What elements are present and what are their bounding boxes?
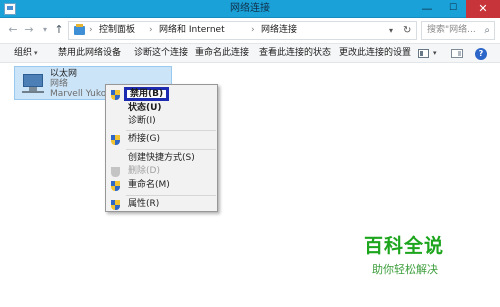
breadcrumb-separator[interactable]: › [251,22,255,39]
control-panel-icon [74,24,85,35]
menu-separator [126,195,216,196]
shield-icon [111,90,120,100]
breadcrumb-separator[interactable]: › [149,22,153,39]
menu-separator [126,130,216,131]
diagnose-connection-button[interactable]: 诊断这个连接 [134,44,188,62]
preview-pane-icon[interactable] [451,49,463,58]
organize-button[interactable]: 组织 ▾ [14,44,38,62]
breadcrumb-separator: › [89,25,93,35]
address-dropdown-icon[interactable]: ▾ [389,22,393,39]
menu-item-label: 诊断(I) [128,116,156,126]
menu-item-diagnose[interactable]: 诊断(I) [106,115,219,128]
menu-item-delete: 删除(D) [106,165,219,178]
watermark-title: 百科全说 [364,235,445,257]
change-settings-button[interactable]: 更改此连接的设置 [339,44,411,62]
search-placeholder: 搜索"网络... [427,25,476,35]
refresh-icon[interactable]: ↻ [403,22,411,39]
menu-item-label: 桥接(G) [128,134,160,144]
address-toolbar: ← → ▾ ↑ › 控制面板 › 网络和 Internet › 网络连接 ▾ ↻… [0,18,500,43]
recent-locations-button[interactable]: ▾ [38,23,52,37]
menu-item-label: 创建快捷方式(S) [128,153,195,163]
disable-device-button[interactable]: 禁用此网络设备 [58,44,121,62]
help-icon[interactable]: ? [475,48,487,60]
menu-item-label: 属性(R) [128,199,160,209]
breadcrumb-network-connections[interactable]: 网络连接 [261,22,297,39]
menu-item-status[interactable]: 状态(U) [106,102,219,115]
menu-item-rename[interactable]: 重命名(M) [106,179,219,192]
menu-item-label: 删除(D) [128,166,160,176]
minimize-button[interactable]: — [414,0,440,18]
view-status-button[interactable]: 查看此连接的状态 [259,44,331,62]
search-icon[interactable]: ⌕ [484,22,490,39]
address-field[interactable]: › 控制面板 › 网络和 Internet › 网络连接 ▾ ↻ [68,21,417,40]
menu-item-label: 重命名(M) [128,180,170,190]
change-view-icon[interactable] [418,49,429,58]
organize-label: 组织 [14,48,33,58]
adapter-status: 网络 [50,79,69,89]
menu-separator [126,149,216,150]
rename-connection-button[interactable]: 重命名此连接 [195,44,249,62]
menu-item-bridge[interactable]: 桥接(G) [106,133,219,146]
chevron-down-icon: ▾ [34,49,38,57]
menu-item-label: 状态(U) [128,103,162,113]
context-menu: 禁用(B) 状态(U) 诊断(I) 桥接(G) 创建快捷方式(S) 删除(D) … [105,84,218,212]
forward-button[interactable]: → [22,23,36,37]
up-button[interactable]: ↑ [52,23,66,37]
chevron-down-icon[interactable]: ▾ [433,44,437,62]
shield-icon [111,135,120,145]
search-box[interactable]: 搜索"网络... ⌕ [421,21,495,40]
close-button[interactable]: ✕ [466,0,500,18]
menu-item-disable[interactable]: 禁用(B) [106,87,219,101]
menu-item-label: 禁用(B) [124,87,170,101]
title-bar: 网络连接 — ☐ ✕ [0,0,500,18]
menu-item-create-shortcut[interactable]: 创建快捷方式(S) [106,152,219,165]
menu-item-properties[interactable]: 属性(R) [106,198,219,211]
shield-icon [111,200,120,210]
maximize-button[interactable]: ☐ [440,0,466,18]
command-bar: 组织 ▾ 禁用此网络设备 诊断这个连接 重命名此连接 查看此连接的状态 更改此连接… [0,43,500,63]
back-button[interactable]: ← [6,23,20,37]
network-adapter-icon [20,72,46,94]
breadcrumb-network-internet[interactable]: 网络和 Internet [159,22,225,39]
shield-icon [111,181,120,191]
breadcrumb-control-panel[interactable]: 控制面板 [99,22,135,39]
watermark-subtitle: 助你轻松解决 [372,263,438,276]
shield-icon [111,167,120,177]
